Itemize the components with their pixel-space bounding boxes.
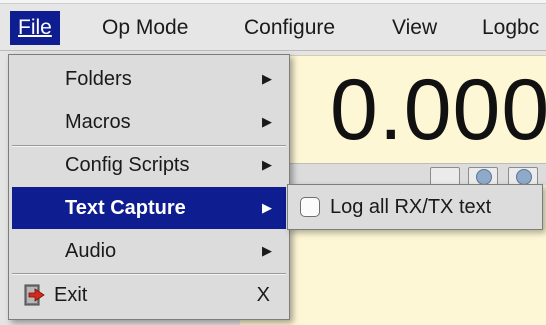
- refresh-icon: [516, 169, 532, 185]
- file-dropdown-menu: Folders ▶ Macros ▶ Config Scripts ▶ Text…: [8, 54, 290, 320]
- menu-bar: File Op Mode Configure View Logbc: [0, 0, 546, 51]
- menu-opmode-label: Op Mode: [102, 16, 189, 39]
- submenu-arrow-icon: ▶: [262, 71, 272, 86]
- text-capture-submenu: Log all RX/TX text: [287, 184, 543, 230]
- exit-icon: [24, 284, 45, 306]
- menu-view[interactable]: View: [384, 11, 445, 45]
- submenu-arrow-icon: ▶: [262, 200, 272, 215]
- menu-opmode[interactable]: Op Mode: [94, 11, 196, 45]
- menu-logbook[interactable]: Logbc: [474, 11, 546, 45]
- submenu-arrow-icon: ▶: [262, 114, 272, 129]
- menu-configure[interactable]: Configure: [236, 11, 343, 45]
- window-top-edge: [0, 0, 546, 4]
- menu-item-label: Text Capture: [65, 197, 186, 219]
- menu-item-label: Audio: [65, 240, 117, 262]
- menu-item-audio[interactable]: Audio ▶: [12, 230, 286, 272]
- menu-configure-label: Configure: [244, 16, 336, 39]
- menu-item-macros[interactable]: Macros ▶: [12, 101, 286, 143]
- submenu-arrow-icon: ▶: [262, 243, 272, 258]
- menu-item-label: Config Scripts: [65, 154, 190, 176]
- refresh-icon: [476, 169, 492, 185]
- frequency-display: 0.000: [330, 62, 546, 158]
- menu-logbook-label: Logbc: [482, 16, 540, 39]
- menu-item-folders[interactable]: Folders ▶: [12, 58, 286, 100]
- submenu-arrow-icon: ▶: [262, 157, 272, 172]
- menu-item-config-scripts[interactable]: Config Scripts ▶: [12, 144, 286, 186]
- menu-item-text-capture[interactable]: Text Capture ▶: [12, 187, 286, 229]
- menu-item-label: Exit: [54, 284, 88, 306]
- menu-file-label: File: [18, 16, 52, 39]
- menu-item-label: Macros: [65, 111, 131, 133]
- menu-item-label: Folders: [65, 68, 132, 90]
- log-all-text-label[interactable]: Log all RX/TX text: [330, 185, 491, 229]
- shortcut-label: X: [256, 284, 270, 306]
- menu-file[interactable]: File: [10, 11, 60, 45]
- log-all-text-checkbox[interactable]: [300, 197, 320, 217]
- menu-item-exit[interactable]: Exit X: [12, 274, 286, 316]
- menu-view-label: View: [392, 16, 438, 39]
